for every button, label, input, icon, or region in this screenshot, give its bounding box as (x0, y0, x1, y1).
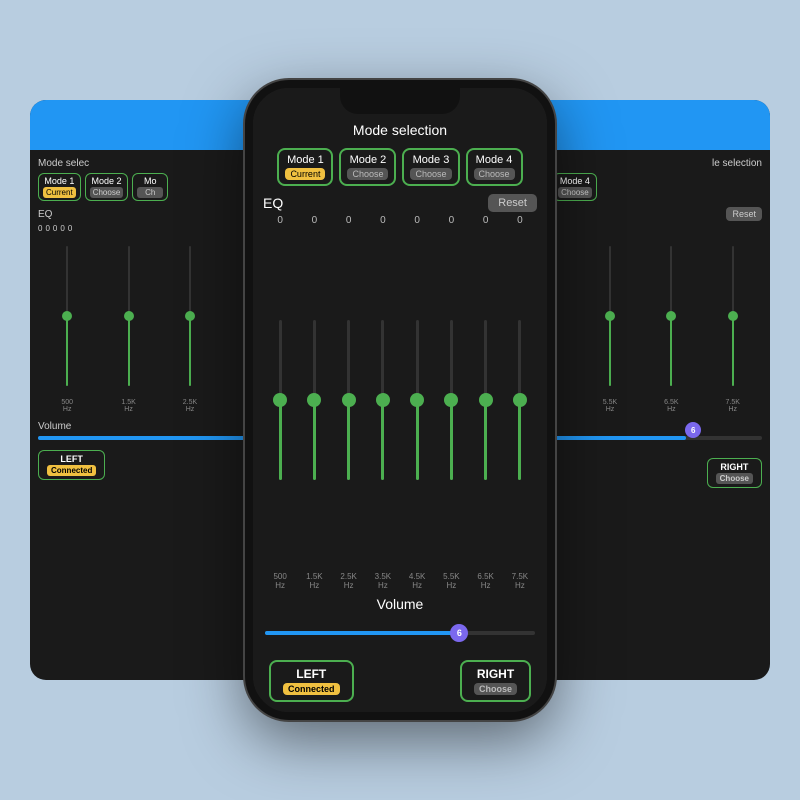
eq-slider-7[interactable] (484, 320, 487, 480)
bg-left-device-btn-sub: Connected (47, 465, 96, 476)
mode-btn-3-sub: Choose (410, 168, 451, 180)
bg-left-slider-3[interactable] (189, 246, 191, 386)
freq-labels-row: 500Hz 1.5KHz 2.5KHz 3.5KHz 4.5KHz 5.5KHz… (263, 570, 537, 592)
bg-left-mode1[interactable]: Mode 1Current (38, 173, 81, 201)
bg-right-mode4[interactable]: Mode 4Choose (553, 173, 597, 201)
eq-slider-2[interactable] (313, 320, 316, 480)
eq-slider-4[interactable] (381, 320, 384, 480)
mode-row: Mode 1 Current Mode 2 Choose Mode 3 Choo… (253, 144, 547, 190)
volume-section: Volume 6 (253, 592, 547, 654)
screen-content: Mode selection Mode 1 Current Mode 2 Cho… (253, 88, 547, 712)
bg-right-device-btn[interactable]: RIGHTChoose (707, 458, 762, 488)
mode-section-title: Mode selection (253, 116, 547, 144)
mode-btn-3[interactable]: Mode 3 Choose (402, 148, 459, 186)
mode-btn-3-label: Mode 3 (413, 154, 450, 166)
left-device-btn-label: LEFT (296, 667, 326, 681)
bg-right-device-btn-sub: Choose (716, 473, 753, 484)
eq-section: EQ Reset 0 0 0 0 0 0 0 0 (253, 190, 547, 592)
bg-left-mode3[interactable]: MoCh (132, 173, 168, 201)
bg-left-slider-1[interactable] (66, 246, 68, 386)
phone-screen: Mode selection Mode 1 Current Mode 2 Cho… (253, 88, 547, 712)
right-device-btn[interactable]: RIGHT Choose (460, 660, 531, 702)
bg-left-mode2-sub: Choose (90, 187, 124, 198)
mode-btn-1-sub: Current (285, 168, 325, 180)
eq-slider-8[interactable] (518, 320, 521, 480)
volume-thumb-label: 6 (457, 628, 462, 638)
bg-left-device-btn[interactable]: LEFTConnected (38, 450, 105, 480)
bg-right-slider-3[interactable] (609, 246, 611, 386)
mode-btn-4[interactable]: Mode 4 Choose (466, 148, 523, 186)
mode-btn-2[interactable]: Mode 2 Choose (339, 148, 396, 186)
scene: Mode selec Mode 1Current Mode 2Choose Mo… (10, 20, 790, 780)
phone: Mode selection Mode 1 Current Mode 2 Cho… (245, 80, 555, 720)
reset-button[interactable]: Reset (488, 194, 537, 212)
eq-values-row: 0 0 0 0 0 0 0 0 (263, 215, 537, 226)
bg-right-mode4-sub: Choose (558, 187, 592, 198)
eq-title: EQ (263, 195, 283, 211)
left-device-btn[interactable]: LEFT Connected (269, 660, 354, 702)
bg-right-reset-btn[interactable]: Reset (726, 207, 762, 221)
bottom-btns: LEFT Connected RIGHT Choose (253, 654, 547, 712)
eq-slider-6[interactable] (450, 320, 453, 480)
volume-track[interactable] (265, 631, 535, 635)
mode-btn-2-sub: Choose (347, 168, 388, 180)
volume-fill (265, 631, 454, 635)
volume-slider-container[interactable]: 6 (265, 618, 535, 648)
phone-notch (340, 88, 460, 114)
mode-btn-1-label: Mode 1 (287, 154, 324, 166)
bg-left-mode2[interactable]: Mode 2Choose (85, 173, 129, 201)
left-device-btn-sub: Connected (283, 683, 340, 695)
bg-left-mode3-sub: Ch (137, 187, 163, 198)
mode-btn-2-label: Mode 2 (350, 154, 387, 166)
bg-left-slider-2[interactable] (128, 246, 130, 386)
eq-sliders-area (263, 229, 537, 570)
eq-slider-3[interactable] (347, 320, 350, 480)
right-device-btn-sub: Choose (474, 683, 517, 695)
mode-btn-4-sub: Choose (474, 168, 515, 180)
eq-header: EQ Reset (263, 194, 537, 212)
right-device-btn-label: RIGHT (477, 667, 514, 681)
mode-btn-1[interactable]: Mode 1 Current (277, 148, 333, 186)
eq-slider-1[interactable] (279, 320, 282, 480)
bg-right-slider-4[interactable] (670, 246, 672, 386)
bg-right-slider-5[interactable] (732, 246, 734, 386)
bg-left-mode1-sub: Current (43, 187, 76, 198)
eq-slider-5[interactable] (416, 320, 419, 480)
bg-left-eq-label: EQ (38, 209, 52, 220)
volume-title: Volume (265, 596, 535, 612)
volume-thumb[interactable]: 6 (450, 624, 468, 642)
mode-btn-4-label: Mode 4 (476, 154, 513, 166)
